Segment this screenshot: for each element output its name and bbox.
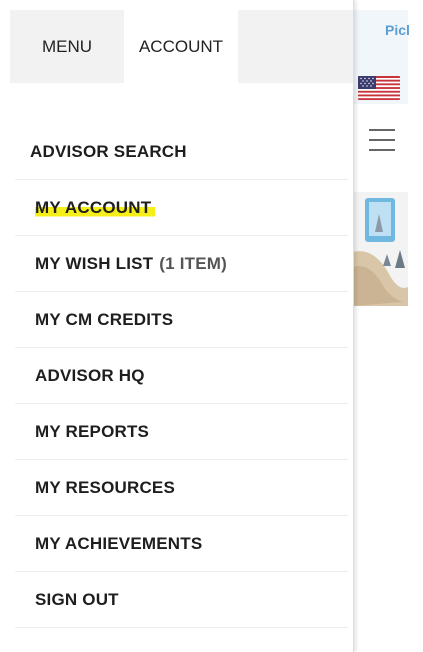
menu-item-my-wish-list[interactable]: MY WISH LIST (1 ITEM) (15, 236, 348, 292)
us-flag-icon[interactable] (358, 76, 400, 100)
drawer-tabs: MENU ACCOUNT (10, 10, 353, 83)
tab-account[interactable]: ACCOUNT (124, 10, 238, 83)
menu-item-my-achievements[interactable]: MY ACHIEVEMENTS (15, 516, 348, 572)
menu-item-my-reports[interactable]: MY REPORTS (15, 404, 348, 460)
menu-item-my-cm-credits[interactable]: MY CM CREDITS (15, 292, 348, 348)
product-image[interactable] (353, 192, 408, 306)
background-page: Picl (353, 0, 423, 652)
account-menu-list: ADVISOR SEARCH MY ACCOUNT MY WISH LIST (… (15, 124, 348, 628)
hamburger-menu-icon[interactable] (369, 129, 395, 153)
menu-item-my-resources[interactable]: MY RESOURCES (15, 460, 348, 516)
menu-item-label: MY ACHIEVEMENTS (35, 533, 203, 553)
menu-item-label: MY ACCOUNT (35, 197, 156, 218)
menu-item-label: ADVISOR HQ (35, 365, 145, 385)
menu-item-label: MY RESOURCES (35, 477, 176, 497)
menu-item-sign-out[interactable]: SIGN OUT (15, 572, 348, 628)
menu-item-advisor-hq[interactable]: ADVISOR HQ (15, 348, 348, 404)
menu-item-label: SIGN OUT (35, 589, 119, 609)
menu-item-advisor-search[interactable]: ADVISOR SEARCH (15, 124, 348, 180)
wish-list-count: (1 ITEM) (159, 253, 227, 273)
background-header-text: Picl (385, 22, 410, 38)
tab-menu[interactable]: MENU (10, 10, 124, 83)
menu-item-label: ADVISOR SEARCH (30, 141, 187, 161)
menu-item-my-account[interactable]: MY ACCOUNT (15, 180, 348, 236)
menu-item-label: MY REPORTS (35, 421, 150, 441)
tab-empty (238, 10, 353, 83)
navigation-drawer: MENU ACCOUNT ADVISOR SEARCH MY ACCOUNT M… (0, 0, 354, 652)
menu-item-label: MY WISH LIST (35, 253, 154, 273)
menu-item-label: MY CM CREDITS (35, 309, 174, 329)
